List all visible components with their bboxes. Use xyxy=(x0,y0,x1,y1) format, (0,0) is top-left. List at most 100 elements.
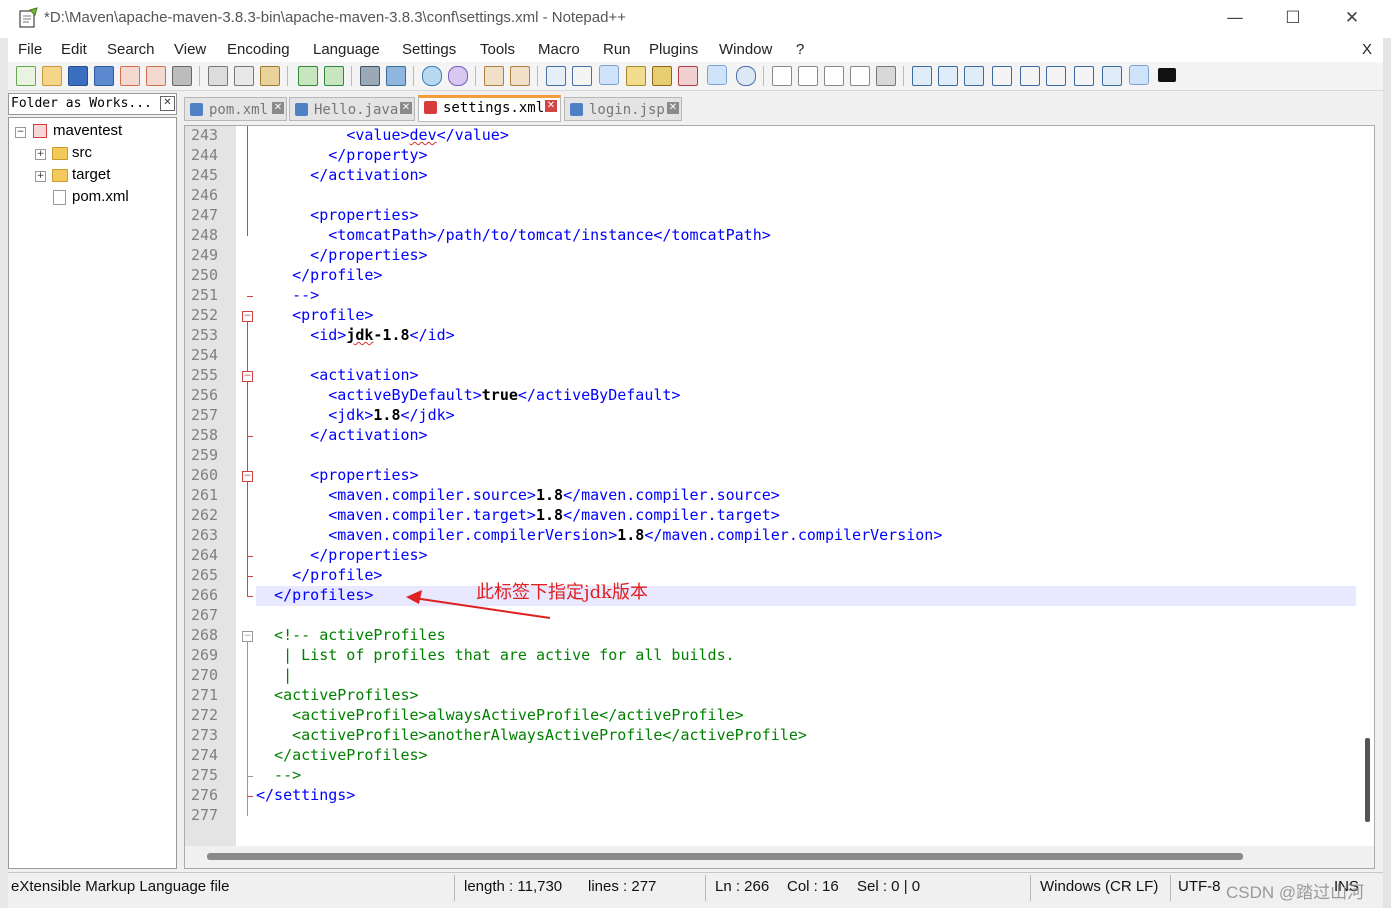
line-number: 243 xyxy=(191,126,219,144)
menu-plugins[interactable]: Plugins xyxy=(649,41,698,58)
markdown-icon[interactable] xyxy=(1158,68,1176,82)
expand-icon[interactable]: + xyxy=(35,149,46,160)
find-icon[interactable] xyxy=(360,66,380,86)
horizontal-scrollbar[interactable] xyxy=(185,846,1374,868)
menu-file[interactable]: File xyxy=(18,41,42,58)
menu-tools[interactable]: Tools xyxy=(480,41,515,58)
close-document-button[interactable]: X xyxy=(1362,41,1372,58)
record-macro-icon[interactable] xyxy=(772,66,792,86)
save-icon[interactable] xyxy=(68,66,88,86)
menu-view[interactable]: View xyxy=(174,41,206,58)
save-all-icon[interactable] xyxy=(94,66,114,86)
maximize-button[interactable]: ☐ xyxy=(1270,4,1316,32)
menu-edit[interactable]: Edit xyxy=(61,41,87,58)
run-macro-multiple-icon[interactable] xyxy=(850,66,870,86)
status-separator xyxy=(1170,875,1171,901)
tree-item-pom-xml[interactable]: pom.xml xyxy=(9,188,174,208)
doc-map-icon[interactable] xyxy=(626,66,646,86)
compare-icon[interactable] xyxy=(912,66,932,86)
new-file-icon[interactable] xyxy=(16,66,36,86)
menu-settings[interactable]: Settings xyxy=(402,41,456,58)
tree-item-label: maventest xyxy=(53,122,123,139)
folder-panel-close-icon[interactable]: ✕ xyxy=(160,96,175,111)
next-icon[interactable] xyxy=(1046,66,1066,86)
code-line-276: </settings> xyxy=(256,786,356,804)
vertical-scroll-thumb[interactable] xyxy=(1365,738,1370,822)
diff-icon[interactable] xyxy=(1102,66,1122,86)
sync-vertical-icon[interactable] xyxy=(484,66,504,86)
xml-text: dev xyxy=(409,126,437,144)
fold-end-marker xyxy=(247,776,253,777)
menu-encoding[interactable]: Encoding xyxy=(227,41,290,58)
line-number-gutter: 243 244 245 246 247 248 249 250 251 252 253 254 255 2… xyxy=(185,126,236,846)
paste-icon[interactable] xyxy=(260,66,280,86)
sync-horizontal-icon[interactable] xyxy=(510,66,530,86)
fold-box-icon[interactable]: − xyxy=(242,631,253,642)
save-macro-icon[interactable] xyxy=(876,66,896,86)
code-line-253: <id>jdk-1.8</id> xyxy=(256,326,455,346)
tab-hello-java[interactable]: Hello.java ✕ xyxy=(289,97,415,121)
menu-help[interactable]: ? xyxy=(796,41,804,58)
indent-guide-icon[interactable] xyxy=(599,65,619,85)
replace-icon[interactable] xyxy=(386,66,406,86)
collapse-icon[interactable]: − xyxy=(15,127,26,138)
close-window-button[interactable]: ✕ xyxy=(1329,4,1375,32)
undo-icon[interactable] xyxy=(298,66,318,86)
menu-language[interactable]: Language xyxy=(313,41,380,58)
folder-as-workspace-icon[interactable] xyxy=(678,66,698,86)
plugin-a-icon[interactable] xyxy=(938,66,958,86)
menu-search[interactable]: Search xyxy=(107,41,155,58)
xml-tag: <maven.compiler.target> xyxy=(328,506,536,524)
line-number: 260 xyxy=(191,466,219,484)
code-line-265: </profile> xyxy=(256,566,383,584)
zoom-in-icon[interactable] xyxy=(422,66,442,86)
close-icon[interactable] xyxy=(120,66,140,86)
first-icon[interactable] xyxy=(992,66,1012,86)
minimize-button[interactable]: — xyxy=(1212,4,1258,32)
stop-record-icon[interactable] xyxy=(798,66,818,86)
code-editor[interactable]: 243 244 245 246 247 248 249 250 251 252 253 254 255 2… xyxy=(184,125,1375,869)
fold-box-icon[interactable]: − xyxy=(242,371,253,382)
monitoring-icon[interactable] xyxy=(707,65,727,85)
print-icon[interactable] xyxy=(172,66,192,86)
tab-close-icon[interactable]: ✕ xyxy=(272,102,284,114)
redo-icon[interactable] xyxy=(324,66,344,86)
code-line-250: </profile> xyxy=(256,266,383,284)
spell-check-icon[interactable] xyxy=(1129,65,1149,85)
code-line-271: <activeProfiles> xyxy=(256,686,419,704)
status-sel: Sel : 0 | 0 xyxy=(857,878,921,895)
show-all-chars-icon[interactable] xyxy=(572,66,592,86)
tab-settings-xml[interactable]: settings.xml ✕ xyxy=(418,95,561,122)
copy-icon[interactable] xyxy=(234,66,254,86)
open-file-icon[interactable] xyxy=(42,66,62,86)
tree-item-maventest[interactable]: − maventest xyxy=(9,122,174,142)
word-wrap-icon[interactable] xyxy=(546,66,566,86)
tab-login-jsp[interactable]: login.jsp ✕ xyxy=(564,97,682,121)
cut-icon[interactable] xyxy=(208,66,228,86)
tab-pom-xml[interactable]: pom.xml ✕ xyxy=(184,97,287,121)
toolbar-separator xyxy=(413,66,414,86)
status-encoding[interactable]: UTF-8 xyxy=(1178,878,1221,895)
close-all-icon[interactable] xyxy=(146,66,166,86)
horizontal-scroll-thumb[interactable] xyxy=(207,853,1243,860)
tree-item-target[interactable]: + target xyxy=(9,166,174,186)
tab-close-icon[interactable]: ✕ xyxy=(545,100,557,112)
fold-box-icon[interactable]: − xyxy=(242,471,253,482)
expand-icon[interactable]: + xyxy=(35,171,46,182)
last-icon[interactable] xyxy=(1074,66,1094,86)
zoom-out-icon[interactable] xyxy=(448,66,468,86)
status-length: length : 11,730 xyxy=(464,878,563,895)
menu-window[interactable]: Window xyxy=(719,41,772,58)
fold-box-icon[interactable]: − xyxy=(242,311,253,322)
tree-item-src[interactable]: + src xyxy=(9,144,174,164)
tab-close-icon[interactable]: ✕ xyxy=(400,102,412,114)
prev-icon[interactable] xyxy=(1020,66,1040,86)
play-macro-icon[interactable] xyxy=(824,66,844,86)
menu-run[interactable]: Run xyxy=(603,41,631,58)
plugin-b-icon[interactable] xyxy=(964,66,984,86)
tab-close-icon[interactable]: ✕ xyxy=(667,102,679,114)
function-list-icon[interactable] xyxy=(652,66,672,86)
status-eol[interactable]: Windows (CR LF) xyxy=(1040,878,1158,895)
menu-macro[interactable]: Macro xyxy=(538,41,580,58)
doc-list-icon[interactable] xyxy=(736,66,756,86)
